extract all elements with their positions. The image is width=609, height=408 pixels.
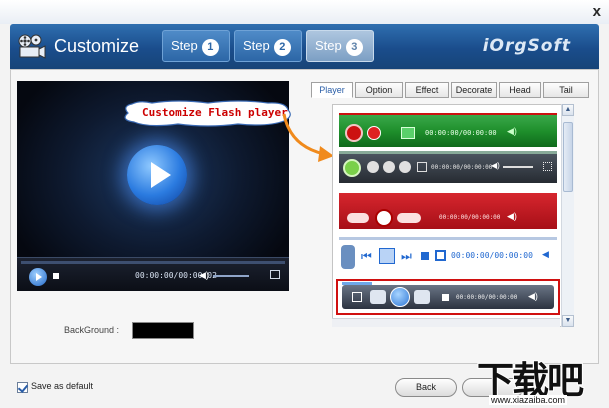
tab-player[interactable]: Player bbox=[311, 82, 353, 98]
callout-text: Customize Flash player bbox=[142, 106, 288, 119]
volume-icon: ◀) bbox=[507, 211, 517, 221]
scroll-down-icon[interactable]: ▼ bbox=[562, 315, 574, 327]
watermark-logo: 下载吧 www.xiazaiba.com bbox=[473, 350, 609, 408]
seek-bar bbox=[339, 151, 557, 154]
skin-item-dark[interactable]: 00:00:00/00:00:00 ◀) bbox=[339, 151, 557, 183]
skin-time: 00:00:00/00:00:00 bbox=[439, 214, 501, 221]
tab-tail[interactable]: Tail bbox=[543, 82, 589, 98]
volume-slider bbox=[503, 166, 533, 168]
header-banner: Customize Step 1 Step 2 Step 3 iOrgSoft bbox=[10, 24, 599, 69]
fullscreen-icon[interactable] bbox=[270, 270, 280, 279]
brand-logo: iOrgSoft bbox=[482, 36, 571, 56]
next-icon bbox=[414, 290, 430, 304]
step-3-button[interactable]: Step 3 bbox=[306, 30, 374, 62]
play-icon bbox=[375, 209, 393, 227]
seek-bar[interactable] bbox=[21, 261, 285, 264]
prev-icon: ⏮ bbox=[361, 249, 372, 263]
next-icon: ⏭ bbox=[401, 249, 412, 263]
skin-time: 00:00:00/00:00:00 bbox=[425, 129, 497, 137]
playlist-icon bbox=[417, 162, 427, 172]
character-icon bbox=[341, 245, 355, 269]
play-icon bbox=[343, 159, 361, 177]
callout-arrow bbox=[282, 113, 334, 162]
back-button[interactable]: Back bbox=[395, 378, 457, 397]
background-label: BackGround : bbox=[64, 325, 120, 335]
step-number-badge: 1 bbox=[201, 39, 219, 56]
volume-icon: ◀) bbox=[507, 126, 517, 136]
step-number-badge: 3 bbox=[345, 39, 363, 56]
player-control-bar: 00:00:00/00:00:02 ◀) bbox=[17, 257, 289, 291]
volume-icon[interactable]: ◀) bbox=[199, 270, 209, 281]
playlist-icon bbox=[401, 127, 415, 139]
step-label: Step bbox=[243, 38, 270, 53]
close-button[interactable]: x bbox=[593, 3, 601, 20]
skin-item-selected[interactable]: 00:00:00/00:00:00 ◀) bbox=[336, 279, 560, 315]
step-label: Step bbox=[171, 38, 198, 53]
tab-option[interactable]: Option bbox=[355, 82, 403, 98]
forward-icon bbox=[397, 213, 421, 223]
title-bar: x bbox=[0, 0, 609, 24]
vertical-scrollbar[interactable]: ▲ ▼ bbox=[561, 104, 574, 327]
play-icon bbox=[345, 124, 363, 142]
playlist-icon bbox=[435, 250, 446, 261]
page-title: Customize bbox=[54, 36, 140, 56]
stop-button[interactable] bbox=[53, 273, 59, 279]
play-icon bbox=[379, 248, 395, 264]
skin-time: 00:00:00/00:00:00 bbox=[456, 294, 518, 301]
background-color-swatch[interactable] bbox=[132, 322, 194, 339]
prev-icon bbox=[383, 161, 395, 173]
seek-bar bbox=[342, 282, 372, 285]
stop-icon bbox=[367, 126, 381, 140]
stop-icon bbox=[421, 252, 429, 260]
skin-time: 00:00:00/00:00:00 bbox=[431, 164, 493, 171]
tab-bar: Player Option Effect Decorate Head Tail bbox=[309, 82, 593, 98]
skin-item-green[interactable]: 00:00:00/00:00:00 ◀) bbox=[339, 113, 557, 147]
player-skin-list: 00:00:00/00:00:00 ◀) 00:00:00/00:00:00 ◀… bbox=[332, 104, 574, 327]
fullscreen-icon bbox=[543, 162, 552, 171]
film-reel-icon bbox=[18, 34, 46, 59]
prev-icon bbox=[370, 290, 386, 304]
step-1-button[interactable]: Step 1 bbox=[162, 30, 230, 62]
skin-item-red[interactable]: 00:00:00/00:00:00 ◀) bbox=[339, 193, 557, 229]
big-play-icon[interactable] bbox=[127, 145, 187, 205]
watermark-url: www.xiazaiba.com bbox=[489, 395, 568, 405]
tab-decorate[interactable]: Decorate bbox=[451, 82, 497, 98]
rewind-icon bbox=[347, 213, 369, 223]
step-label: Step bbox=[315, 38, 342, 53]
play-button[interactable] bbox=[29, 268, 47, 286]
save-as-default-label: Save as default bbox=[31, 381, 94, 391]
volume-icon: ◀) bbox=[491, 161, 500, 170]
volume-slider[interactable] bbox=[213, 275, 249, 277]
play-icon bbox=[390, 287, 410, 307]
stop-icon bbox=[367, 161, 379, 173]
step-2-button[interactable]: Step 2 bbox=[234, 30, 302, 62]
tab-effect[interactable]: Effect bbox=[405, 82, 449, 98]
volume-icon: ◀ bbox=[542, 249, 549, 259]
scroll-up-icon[interactable]: ▲ bbox=[562, 104, 574, 116]
tab-head[interactable]: Head bbox=[499, 82, 541, 98]
customize-window: x Customize Step 1 Step 2 Step 3 iOrgSoft bbox=[0, 0, 609, 408]
step-number-badge: 2 bbox=[273, 39, 291, 56]
skin-item-blue[interactable]: ⏮ ⏭ 00:00:00/00:00:00 ◀ bbox=[339, 237, 557, 275]
stop-icon bbox=[442, 294, 449, 301]
volume-icon: ◀) bbox=[528, 291, 538, 301]
next-icon bbox=[399, 161, 411, 173]
scroll-thumb[interactable] bbox=[563, 122, 573, 192]
playlist-icon bbox=[352, 292, 362, 302]
seek-bar bbox=[339, 237, 557, 240]
save-as-default-checkbox[interactable] bbox=[17, 382, 28, 393]
skin-time: 00:00:00/00:00:00 bbox=[451, 251, 533, 260]
horizontal-scrollbar[interactable] bbox=[332, 318, 560, 327]
